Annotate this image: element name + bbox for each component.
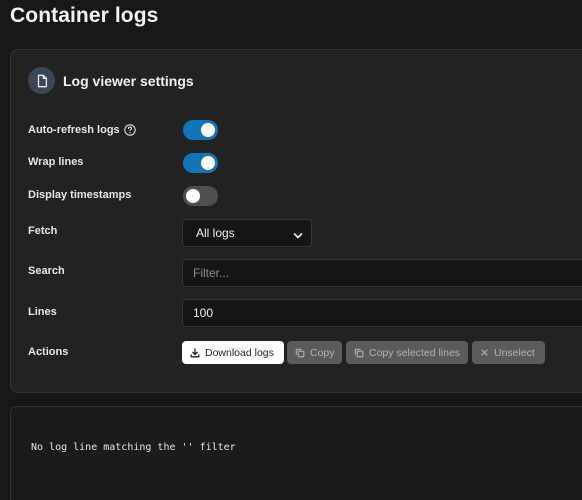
log-viewer-panel: No log line matching the '' filter [10,406,582,500]
file-icon [28,67,55,94]
fetch-row: Fetch [28,225,57,237]
question-circle-icon[interactable] [123,124,136,136]
display-timestamps-label: Display timestamps [28,189,132,201]
wrap-lines-label: Wrap lines [28,156,84,168]
auto-refresh-row: Auto-refresh logs [28,124,136,136]
lines-row: Lines [28,306,57,318]
toggle-knob [201,156,215,170]
lines-input[interactable]: 100 [182,299,582,327]
search-input[interactable]: Filter... [182,259,582,287]
auto-refresh-toggle[interactable] [183,120,218,140]
empty-log-message: No log line matching the '' filter [31,442,236,453]
card-header: Log viewer settings [28,67,194,94]
copy-label: Copy [310,346,335,359]
search-row: Search [28,265,65,277]
actions-row: Actions [28,346,68,358]
display-timestamps-row: Display timestamps [28,189,131,201]
unselect-button[interactable]: Unselect [472,341,545,364]
toggle-knob [201,123,215,137]
download-icon [190,347,200,358]
x-icon [480,348,489,357]
download-logs-label: Download logs [205,346,274,359]
display-timestamps-toggle[interactable] [183,186,218,206]
fetch-label: Fetch [28,225,58,237]
lines-label: Lines [28,306,57,318]
search-label: Search [28,265,65,277]
unselect-label: Unselect [494,346,535,359]
wrap-lines-row: Wrap lines [28,156,83,168]
card-title: Log viewer settings [63,72,194,89]
wrap-lines-toggle[interactable] [183,153,218,173]
copy-icon [354,348,364,358]
chevron-down-icon [293,229,303,243]
log-viewer-settings-card: Log viewer settings Auto-refresh logs Wr… [10,49,582,393]
download-logs-button[interactable]: Download logs [182,341,284,364]
copy-selected-lines-label: Copy selected lines [369,346,461,359]
copy-button[interactable]: Copy [287,341,342,364]
page-title: Container logs [10,4,159,27]
fetch-select[interactable]: All logs [182,219,312,247]
copy-icon [295,348,305,358]
auto-refresh-label: Auto-refresh logs [28,124,120,136]
actions-label: Actions [28,346,69,358]
toggle-knob [186,189,200,203]
copy-selected-lines-button[interactable]: Copy selected lines [346,341,468,364]
fetch-selected-value: All logs [196,226,235,240]
